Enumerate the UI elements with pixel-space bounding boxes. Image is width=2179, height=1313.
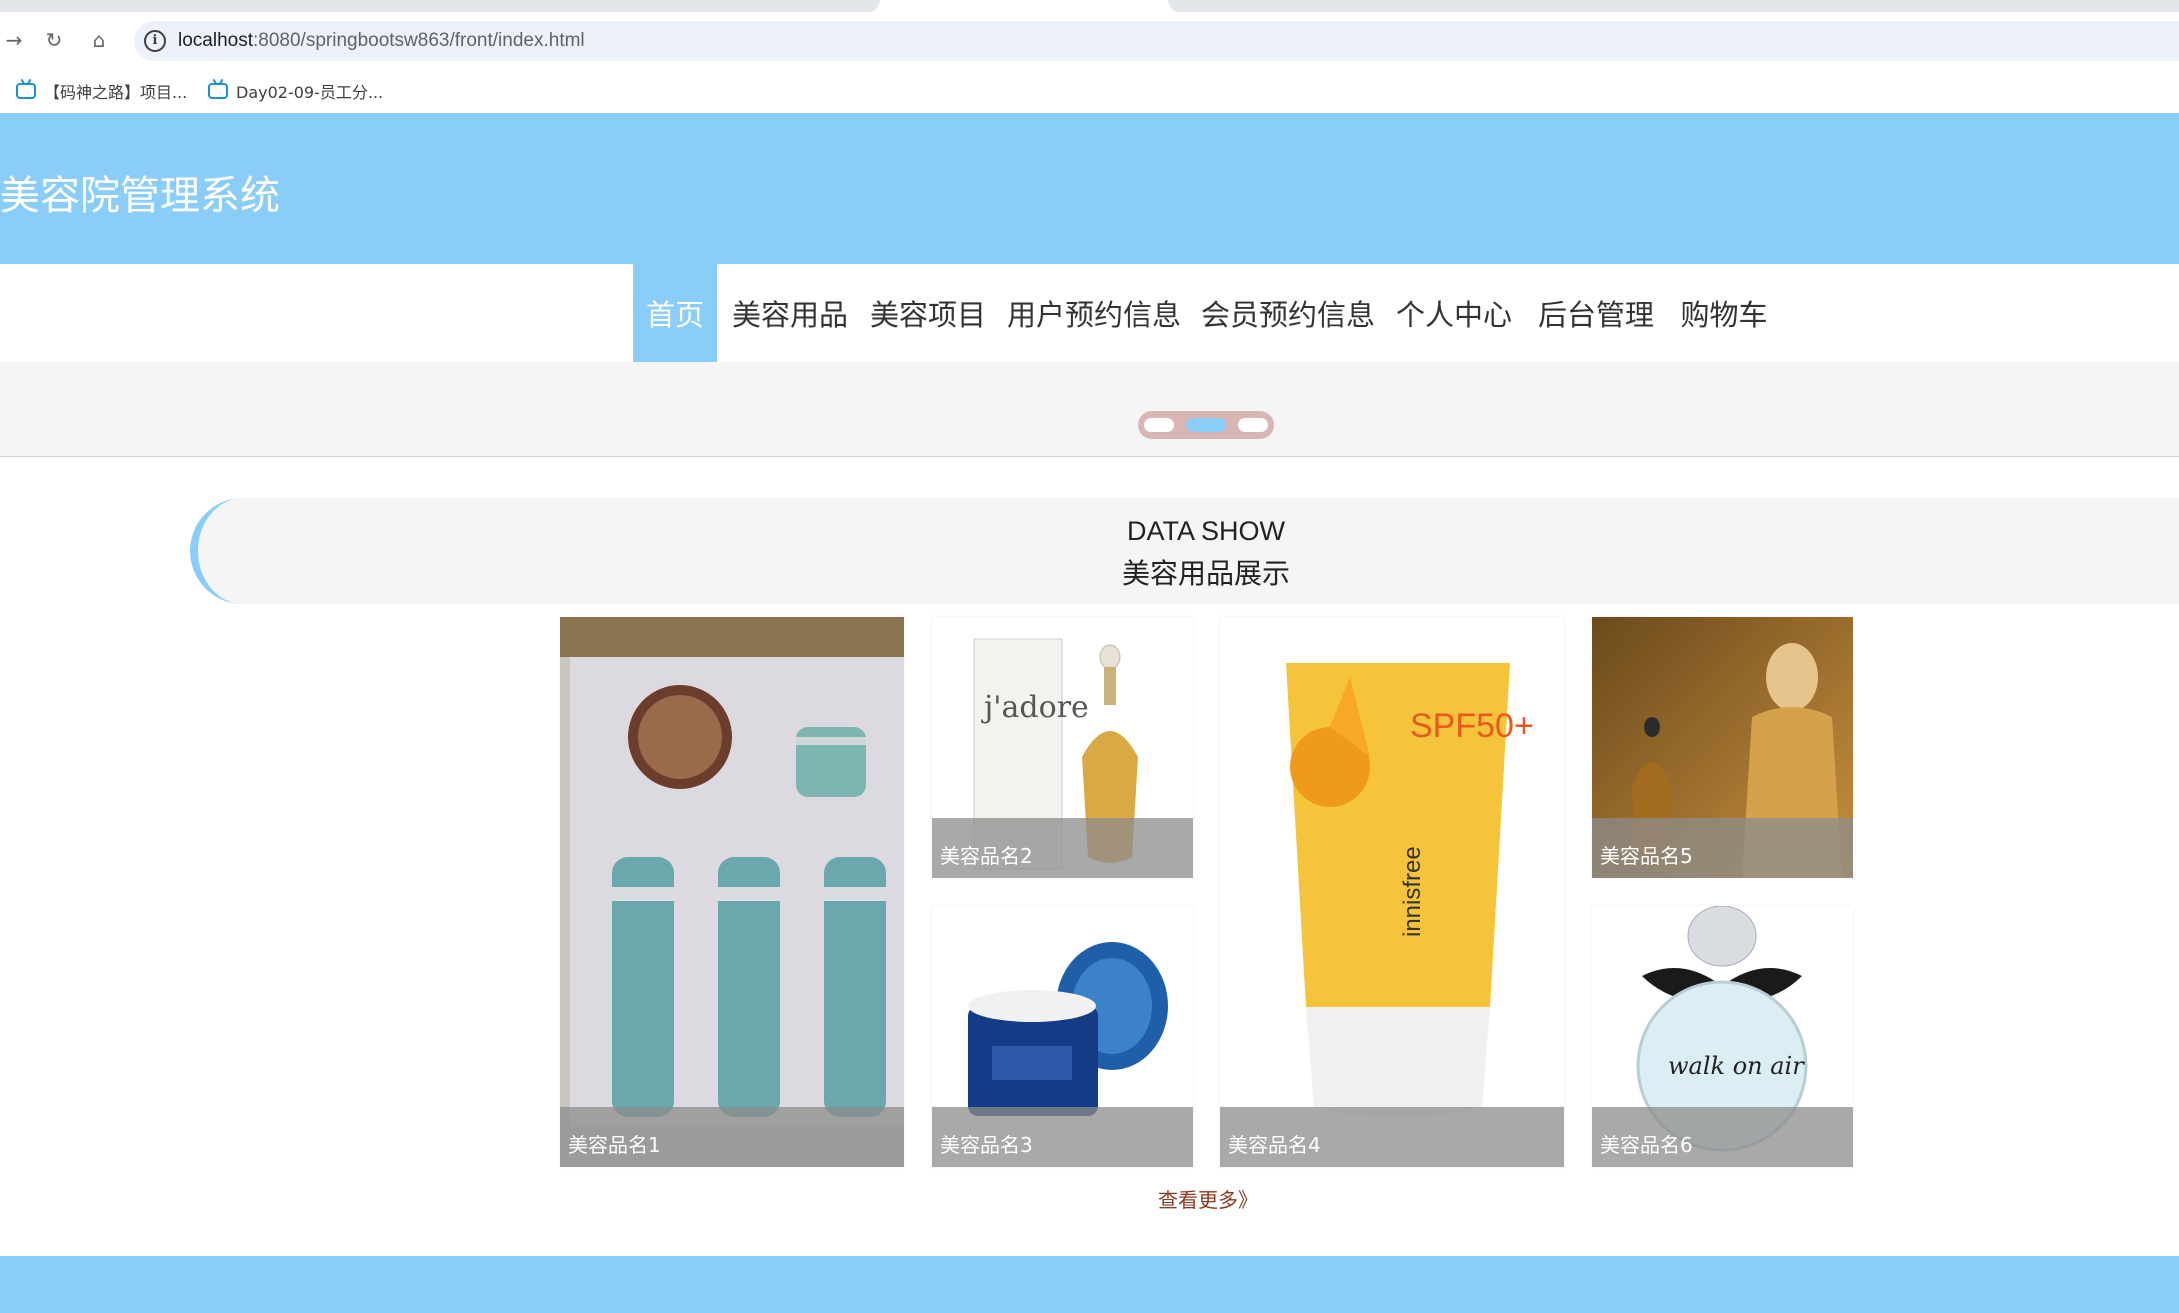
product-name: 美容品名3 xyxy=(932,1107,1193,1167)
product-name: 美容品名6 xyxy=(1592,1107,1853,1167)
section-title-cn: 美容用品展示 xyxy=(1121,557,1290,590)
nav-item-profile[interactable]: 个人中心 xyxy=(1392,264,1516,362)
site-header: 美容院管理系统 xyxy=(0,113,2179,264)
svg-text:walk on air: walk on air xyxy=(1668,1052,1805,1080)
nav-item-home[interactable]: 首页 xyxy=(633,264,717,362)
product-name: 美容品名4 xyxy=(1220,1107,1564,1167)
bilibili-icon xyxy=(208,83,228,99)
sunblock-tube-image: SPF50+ innisfree xyxy=(1220,617,1564,1167)
bookmark-label: 【码神之路】项目... xyxy=(44,83,188,102)
product-card[interactable]: j'adore 美容品名2 xyxy=(932,617,1193,878)
bookmark-item[interactable]: 【码神之路】项目... xyxy=(16,78,187,104)
svg-text:SPF50+: SPF50+ xyxy=(1410,707,1534,745)
svg-text:innisfree: innisfree xyxy=(1399,846,1426,937)
url-host: localhost xyxy=(178,30,253,51)
svg-text:j'adore: j'adore xyxy=(981,690,1089,725)
product-card[interactable]: SPF50+ innisfree 美容品名4 xyxy=(1220,617,1564,1167)
product-name: 美容品名5 xyxy=(1592,818,1853,878)
nav-item-admin[interactable]: 后台管理 xyxy=(1534,264,1658,362)
bookmarks-bar: 【码神之路】项目... Day02-09-员工分... xyxy=(0,72,2179,112)
nav-item-beauty-products[interactable]: 美容用品 xyxy=(725,264,855,362)
home-icon[interactable]: ⌂ xyxy=(85,26,113,54)
address-bar[interactable]: i localhost:8080/springbootsw863/front/i… xyxy=(134,21,2179,61)
carousel-dot[interactable] xyxy=(1144,418,1174,432)
url-path: :8080/springbootsw863/front/index.html xyxy=(253,30,585,51)
browser-tab[interactable] xyxy=(1168,0,2179,12)
site-info-icon[interactable]: i xyxy=(144,30,166,52)
forward-arrow-icon[interactable]: → xyxy=(0,26,28,54)
carousel-indicators xyxy=(1138,411,1274,439)
browser-tab-strip xyxy=(0,0,2179,12)
nav-item-cart[interactable]: 购物车 xyxy=(1676,264,1772,362)
browser-tab[interactable] xyxy=(0,0,880,12)
nav-item-beauty-projects[interactable]: 美容项目 xyxy=(864,264,992,362)
nav-item-member-appointments[interactable]: 会员预约信息 xyxy=(1196,264,1380,362)
site-title: 美容院管理系统 xyxy=(0,173,280,219)
bookmark-item[interactable]: Day02-09-员工分... xyxy=(208,78,383,104)
bilibili-icon xyxy=(16,83,36,99)
main-nav: 首页 美容用品 美容项目 用户预约信息 会员预约信息 个人中心 后台管理 购物车 xyxy=(0,264,2179,362)
reload-icon[interactable]: ↻ xyxy=(40,26,68,54)
nav-item-user-appointments[interactable]: 用户预约信息 xyxy=(1002,264,1186,362)
section-title-en: DATA SHOW xyxy=(1126,516,1285,546)
url-text[interactable]: localhost:8080/springbootsw863/front/ind… xyxy=(178,30,585,52)
banner-carousel xyxy=(0,362,2179,457)
product-name: 美容品名2 xyxy=(932,818,1193,878)
carousel-dot-active[interactable] xyxy=(1186,418,1226,432)
bookmark-label: Day02-09-员工分... xyxy=(236,83,384,102)
site-footer xyxy=(0,1256,2179,1313)
product-card[interactable]: walk on air 美容品名6 xyxy=(1592,906,1853,1167)
product-card[interactable]: 美容品名5 xyxy=(1592,617,1853,878)
skincare-set-image xyxy=(560,617,904,1167)
carousel-dot[interactable] xyxy=(1238,418,1268,432)
product-name: 美容品名1 xyxy=(560,1107,904,1167)
view-more-link[interactable]: 查看更多》 xyxy=(1158,1184,1258,1213)
product-card[interactable]: 美容品名3 xyxy=(932,906,1193,1167)
product-card[interactable]: 美容品名1 xyxy=(560,617,904,1167)
